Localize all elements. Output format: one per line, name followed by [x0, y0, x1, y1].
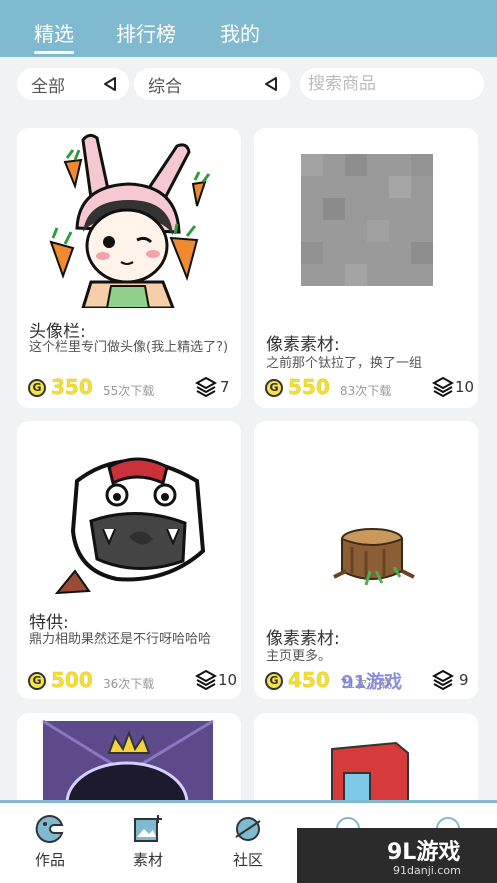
tree-stump-image [254, 421, 478, 611]
red-box-image [254, 713, 478, 813]
watermark-text: 91游戏 [341, 672, 403, 693]
card-title: 头像栏: [29, 322, 86, 342]
nav-materials[interactable]: 素材 [118, 813, 178, 870]
filter-bar: 全部 综合 [0, 57, 497, 113]
category-value: 全部 [31, 76, 65, 97]
product-card[interactable]: 特供: 鼎力相助果然还是不行呀哈哈哈 G 500 36次下载 10 [17, 421, 241, 699]
card-title: 像素素材: [266, 335, 340, 355]
layers-icon [195, 670, 217, 690]
item-count: 7 [220, 378, 230, 396]
stone-texture-image [254, 128, 478, 308]
tab-ranking[interactable]: 排行榜 [116, 24, 176, 56]
search-input[interactable] [300, 68, 484, 100]
card-price: 500 [51, 668, 93, 692]
nav-materials-label: 素材 [132, 851, 163, 869]
category-dropdown[interactable]: 全部 [17, 68, 129, 100]
sort-dropdown[interactable]: 综合 [134, 68, 290, 100]
watermark-badge: 9L游戏 91danji.com [297, 828, 497, 883]
watermark-big-text: 9L游戏 [387, 840, 461, 865]
gold-coin-icon: G [28, 672, 46, 690]
nav-works-label: 作品 [34, 851, 65, 869]
card-price: 350 [51, 375, 93, 399]
nav-community-label: 社区 [232, 851, 263, 869]
card-description: 这个栏里专门做头像(我上精选了?) [29, 340, 229, 355]
lion-dance-head-image [17, 421, 241, 601]
download-count: 36次下载 [103, 677, 155, 691]
card-title: 像素素材: [266, 629, 340, 649]
item-count: 10 [218, 671, 238, 689]
crown-portrait-image [17, 713, 241, 813]
triangle-left-icon [104, 77, 116, 91]
gold-coin-icon: G [28, 379, 46, 397]
palette-icon [35, 814, 64, 843]
sort-value: 综合 [148, 76, 182, 97]
layers-icon [432, 377, 454, 397]
download-count: 83次下载 [340, 384, 392, 398]
card-price: 450 [288, 668, 330, 692]
gold-coin-icon: G [265, 672, 283, 690]
watermark-url: 91danji.com [393, 864, 461, 877]
top-tab-bar: 精选 排行榜 我的 [0, 0, 497, 57]
card-description: 之前那个钛拉了，换了一组 [266, 356, 423, 371]
tab-mine[interactable]: 我的 [220, 24, 260, 56]
product-card[interactable]: 像素素材: 主页更多。 G 450 71次下载 9 [254, 421, 478, 699]
card-description: 鼎力相助果然还是不行呀哈哈哈 [29, 632, 212, 647]
triangle-left-icon [265, 77, 277, 91]
card-price: 550 [288, 375, 330, 399]
planet-icon [235, 817, 261, 841]
bunny-girl-avatar-image [17, 128, 241, 308]
nav-community[interactable]: 社区 [218, 813, 278, 870]
product-card[interactable] [254, 713, 478, 813]
product-card[interactable]: 像素素材: 之前那个钛拉了，换了一组 G 550 83次下载 10 [254, 128, 478, 408]
image-add-icon [134, 815, 162, 842]
nav-works[interactable]: 作品 [20, 813, 80, 870]
layers-icon [195, 377, 217, 397]
layers-icon [432, 670, 454, 690]
item-count: 9 [459, 671, 469, 689]
gold-coin-icon: G [265, 379, 283, 397]
tab-featured[interactable]: 精选 [34, 24, 74, 56]
product-card[interactable] [17, 713, 241, 813]
item-count: 10 [455, 378, 475, 396]
card-title: 特供: [29, 613, 69, 633]
card-description: 主页更多。 [266, 649, 332, 664]
product-card[interactable]: 头像栏: 这个栏里专门做头像(我上精选了?) G 350 55次下载 7 [17, 128, 241, 408]
download-count: 55次下载 [103, 384, 155, 398]
